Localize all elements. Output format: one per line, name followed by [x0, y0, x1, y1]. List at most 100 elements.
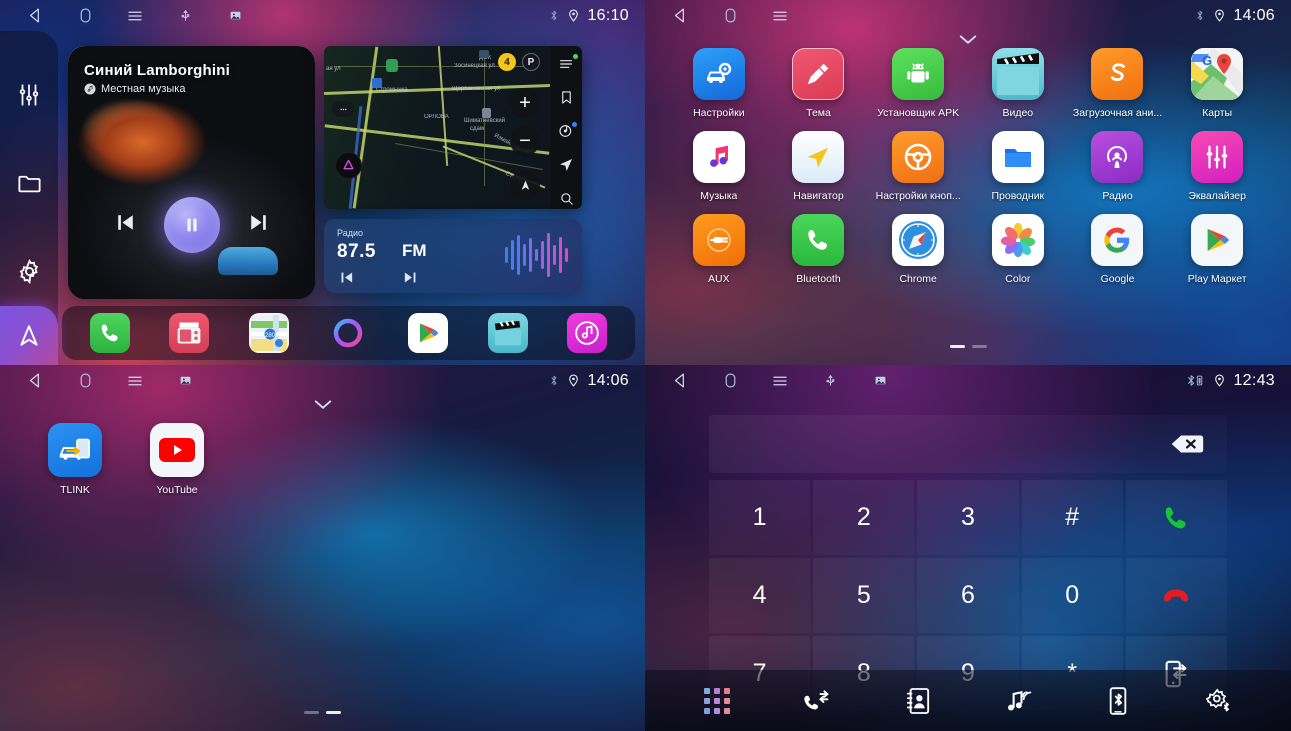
menu-icon[interactable] — [110, 0, 160, 31]
app-item[interactable]: TLINK — [24, 423, 126, 496]
podcast-radio-icon — [1091, 131, 1144, 183]
dock-play-store-icon[interactable] — [408, 313, 449, 353]
app-label: Play Маркет — [1187, 273, 1247, 285]
device-tab[interactable] — [1095, 681, 1141, 721]
hangup-button[interactable] — [1125, 558, 1227, 633]
app-item[interactable]: Радио — [1068, 131, 1168, 202]
app-item[interactable]: Проводник — [968, 131, 1068, 202]
key-3[interactable]: 3 — [917, 480, 1019, 555]
radio-band: FM — [402, 241, 427, 260]
app-item[interactable]: Тема — [769, 48, 869, 119]
home-icon[interactable] — [705, 0, 755, 31]
map-side-toolbar — [550, 46, 582, 209]
menu-icon[interactable] — [755, 365, 805, 396]
dock-phone-icon[interactable] — [89, 313, 130, 353]
app-label: Bluetooth — [796, 273, 841, 285]
app-item[interactable]: Музыка — [669, 131, 769, 202]
back-icon[interactable] — [10, 365, 60, 396]
contacts-tab[interactable] — [895, 681, 941, 721]
page-dot[interactable] — [304, 711, 319, 714]
backspace-icon[interactable] — [1165, 431, 1209, 457]
app-item[interactable]: Google — [1068, 214, 1168, 285]
radio-widget[interactable]: Радио 87.5 FM — [324, 219, 582, 293]
map-music-disc-icon[interactable] — [555, 121, 577, 142]
key-1[interactable]: 1 — [709, 480, 811, 555]
app-item[interactable]: Настройки кноп... — [868, 131, 968, 202]
dock-voice-assistant-icon[interactable] — [328, 313, 368, 353]
dialer-display[interactable] — [709, 415, 1227, 473]
screenshot-icon[interactable] — [210, 0, 260, 31]
page-dot[interactable] — [326, 711, 341, 714]
app-item[interactable]: Color — [968, 214, 1068, 285]
next-track-icon[interactable] — [246, 210, 271, 240]
app-item[interactable]: Загрузочная ани... — [1068, 48, 1168, 119]
screenshot-icon[interactable] — [855, 365, 905, 396]
screenshot-grid: 16:10 Синий Lamborghini Местная музыка а… — [0, 0, 1291, 731]
previous-track-icon[interactable] — [113, 210, 138, 240]
sidebar-item-equalizer[interactable] — [0, 61, 58, 129]
app-item[interactable]: Play Маркет — [1167, 214, 1267, 285]
page-dot[interactable] — [949, 345, 965, 348]
sidebar-item-files[interactable] — [0, 149, 58, 217]
bluetooth-music-icon — [1008, 690, 1032, 711]
menu-icon[interactable] — [110, 365, 160, 396]
dock-radio-icon[interactable] — [169, 313, 210, 353]
app-item[interactable]: Эквалайзер — [1167, 131, 1267, 202]
usb-icon[interactable] — [805, 365, 855, 396]
dock-music-icon[interactable] — [567, 313, 608, 353]
app-item[interactable]: Настройки — [669, 48, 769, 119]
map-chat-bubble-icon[interactable] — [332, 101, 354, 117]
chevron-down-icon[interactable] — [645, 30, 1291, 50]
key-6[interactable]: 6 — [917, 558, 1019, 633]
app-item[interactable]: YouTube — [126, 423, 228, 496]
music-widget[interactable]: Синий Lamborghini Местная музыка — [68, 46, 315, 299]
screenshot-icon[interactable] — [160, 365, 210, 396]
map-search-icon[interactable] — [555, 188, 577, 209]
home-icon[interactable] — [60, 365, 110, 396]
photos-flower-icon — [991, 214, 1044, 266]
call-button[interactable] — [1125, 480, 1227, 555]
play-pause-button[interactable] — [163, 197, 220, 253]
dock-maps-icon[interactable]: 280 — [248, 313, 289, 353]
zoom-in-button[interactable]: + — [510, 88, 540, 118]
radio-next-icon[interactable] — [402, 269, 419, 291]
chevron-down-icon[interactable] — [0, 395, 645, 415]
page-dot[interactable] — [971, 345, 987, 348]
map-locate-icon[interactable] — [555, 155, 577, 176]
home-icon[interactable] — [60, 0, 110, 31]
map-widget[interactable]: ая ул Зосинецкая ул Щербаковская ул Стро… — [324, 46, 582, 209]
dock-video-icon[interactable] — [487, 313, 528, 353]
hangup-red-icon — [1164, 589, 1189, 602]
app-item[interactable]: Видео — [968, 48, 1068, 119]
key-2[interactable]: 2 — [813, 480, 915, 555]
key-4[interactable]: 4 — [709, 558, 811, 633]
parking-badge[interactable]: P — [522, 53, 540, 71]
app-item[interactable]: AUX — [669, 214, 769, 285]
usb-icon[interactable] — [160, 0, 210, 31]
keypad-tab[interactable] — [694, 681, 740, 721]
bt-settings-tab[interactable] — [1196, 681, 1242, 721]
map-menu-icon[interactable] — [555, 54, 578, 75]
home-icon[interactable] — [705, 365, 755, 396]
back-icon[interactable] — [10, 0, 60, 31]
back-icon[interactable] — [655, 0, 705, 31]
key-hash[interactable]: # — [1021, 480, 1123, 555]
bt-music-tab[interactable] — [995, 681, 1041, 721]
key-5[interactable]: 5 — [813, 558, 915, 633]
app-item[interactable]: G Карты — [1167, 48, 1267, 119]
call-log-tab[interactable] — [794, 681, 840, 721]
sidebar-item-settings[interactable] — [0, 238, 58, 306]
menu-icon[interactable] — [755, 0, 805, 31]
map-bookmark-icon[interactable] — [555, 88, 577, 109]
zoom-out-button[interactable]: − — [510, 126, 540, 156]
app-item[interactable]: Установщик APK — [868, 48, 968, 119]
traffic-badge[interactable]: 4 — [498, 53, 516, 71]
sidebar-item-navigation[interactable] — [0, 306, 58, 365]
key-0[interactable]: 0 — [1021, 558, 1123, 633]
radio-prev-icon[interactable] — [338, 269, 355, 291]
back-icon[interactable] — [655, 365, 705, 396]
app-item[interactable]: Навигатор — [769, 131, 869, 202]
app-item[interactable]: Bluetooth — [769, 214, 869, 285]
app-item[interactable]: Chrome — [868, 214, 968, 285]
compass-icon[interactable] — [510, 170, 540, 200]
